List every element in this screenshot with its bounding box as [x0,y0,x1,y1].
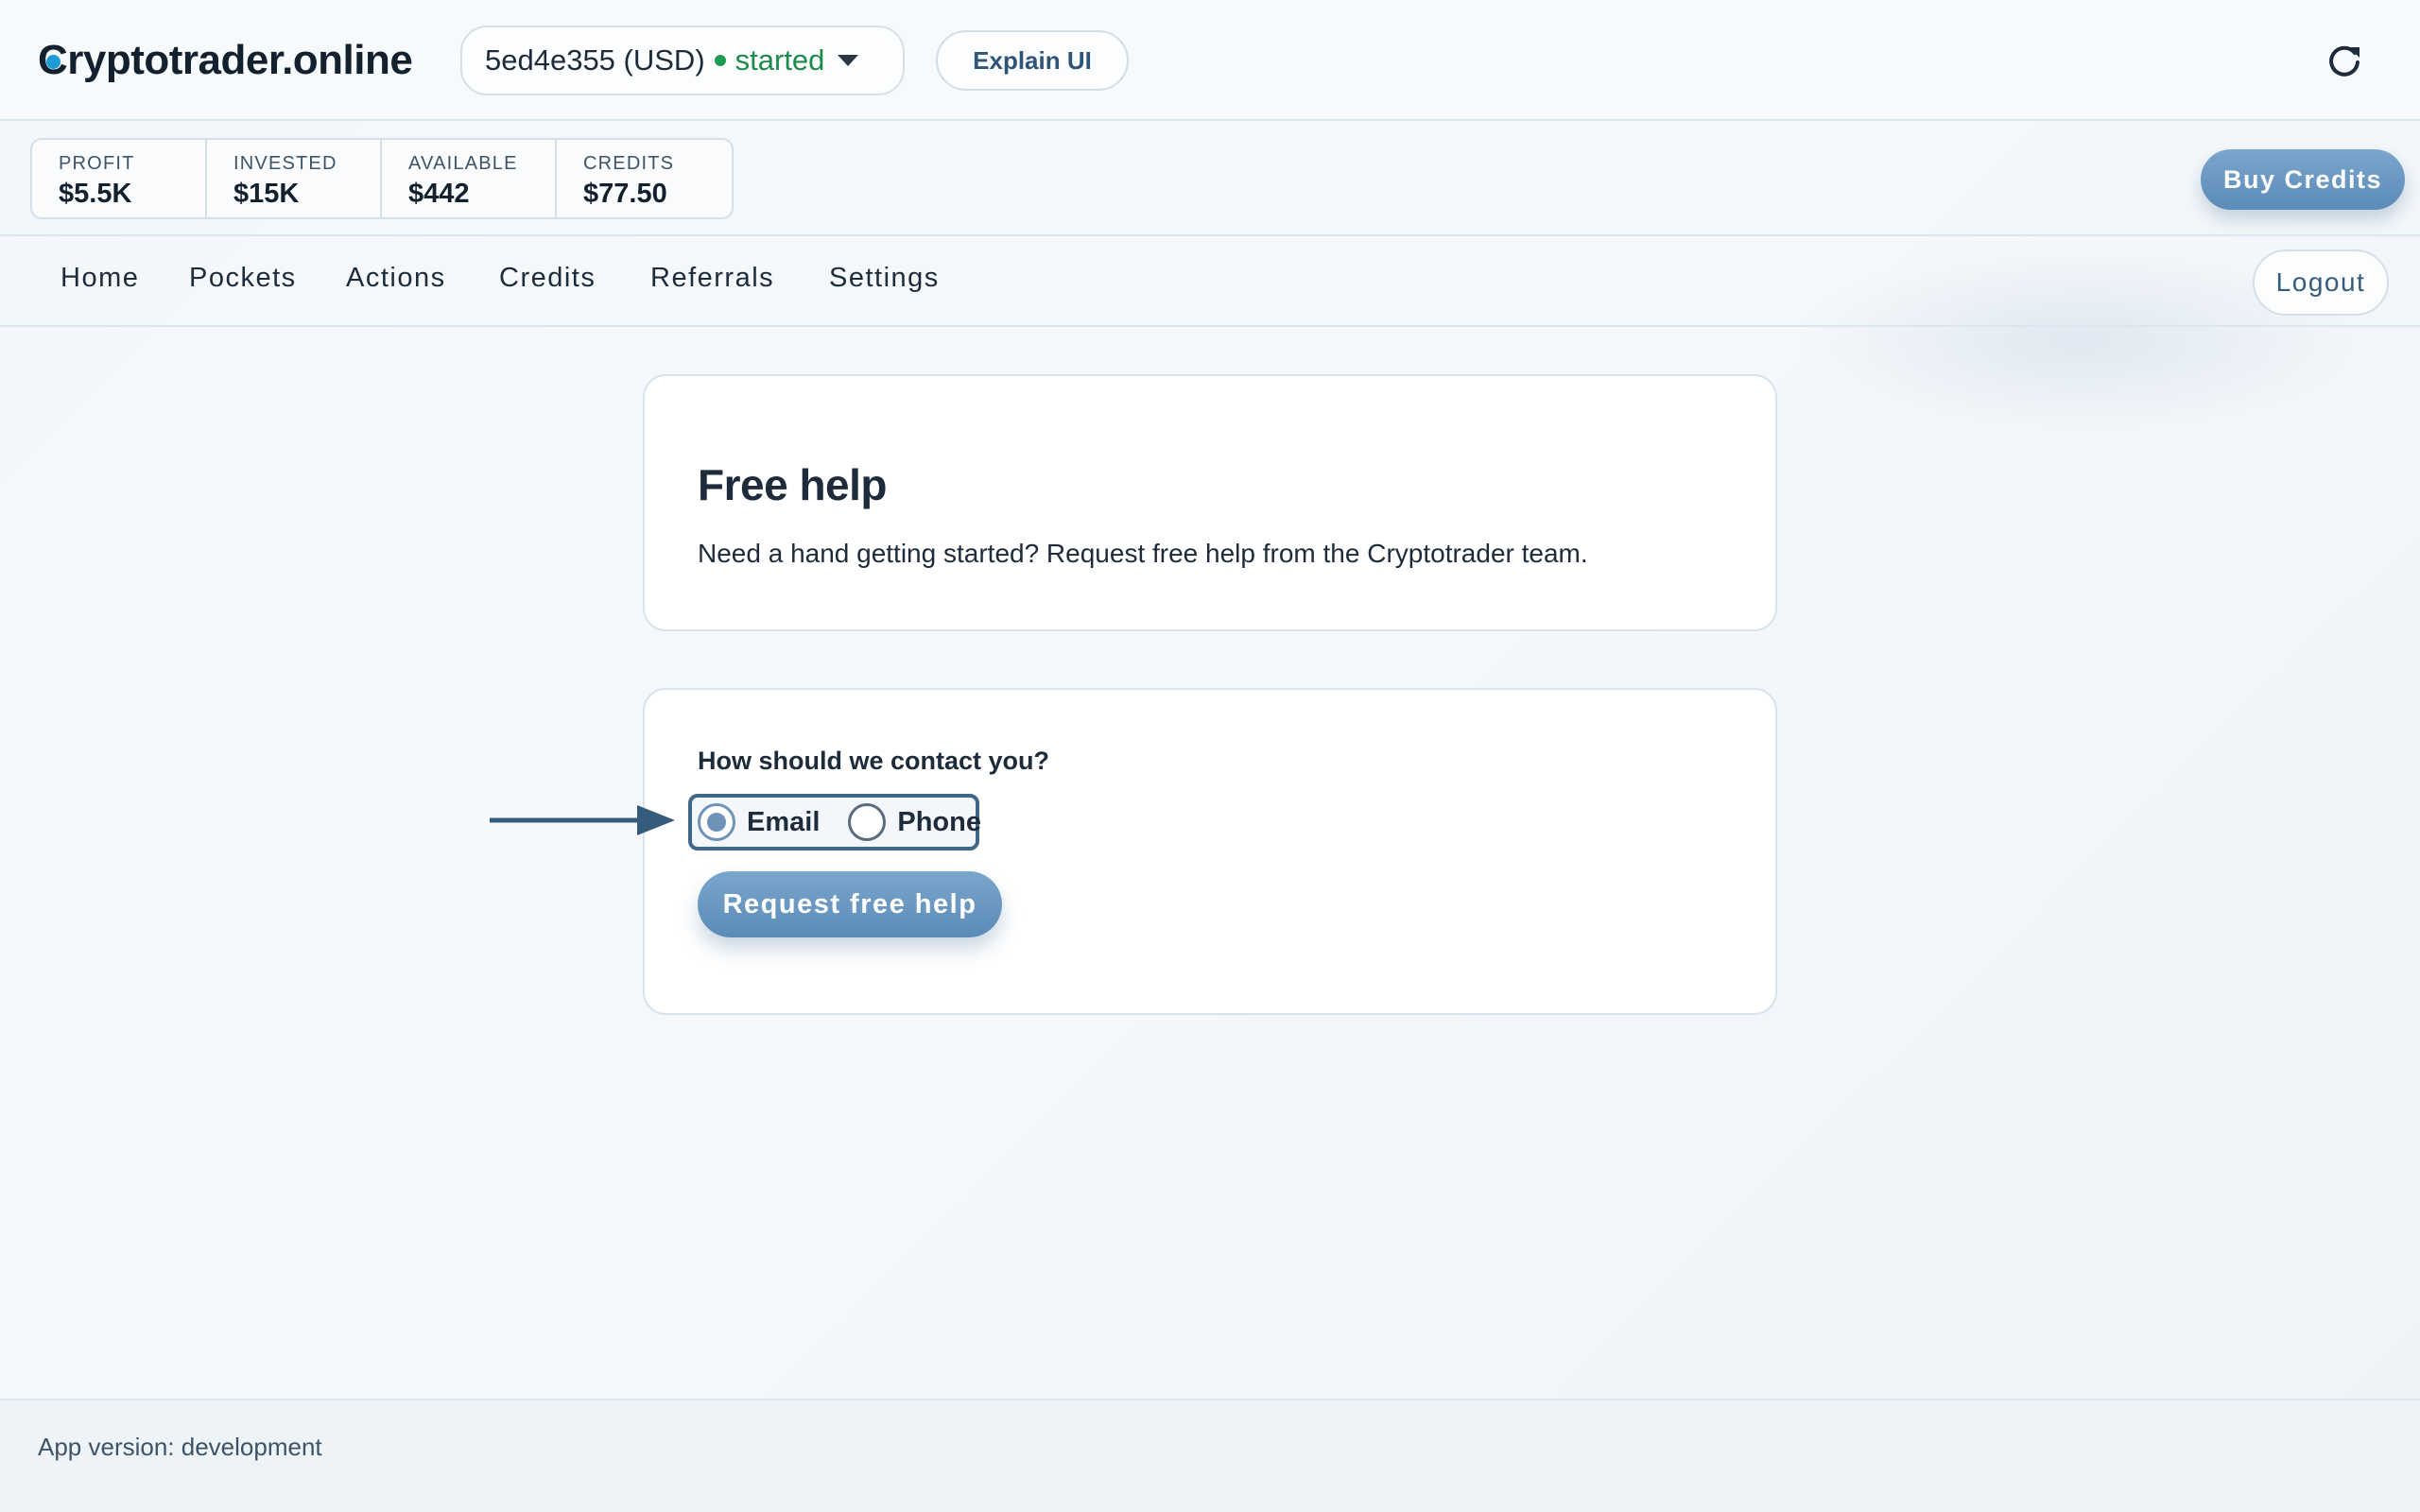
nav-actions[interactable]: Actions [346,263,446,301]
contact-method-radio-group: Email Phone [688,794,981,850]
app-version: App version: development [38,1433,322,1461]
stat-value: $77.50 [583,179,667,209]
chevron-down-icon [838,55,859,66]
stats-panel: PROFIT $5.5K INVESTED $15K AVAILABLE $44… [30,138,734,219]
stat-value: $5.5K [59,179,132,209]
help-description: Need a hand getting started? Request fre… [698,539,1588,568]
brand-logo-mark: C [38,37,68,84]
top-header: C ryptotrader.online 5ed4e355 (USD) star… [0,0,2420,121]
brand-name: ryptotrader.online [67,37,413,83]
stat-value: $442 [408,179,470,209]
nav-pockets[interactable]: Pockets [189,263,297,301]
contact-question: How should we contact you? [698,747,1050,775]
main-nav: Home Pockets Actions Credits Referrals S… [0,236,2420,327]
stat-label: AVAILABLE [408,153,518,174]
stat-value: $15K [233,179,300,209]
radio-option-email[interactable]: Email [698,798,820,847]
stat-credits: CREDITS $77.50 [557,140,732,217]
pocket-status-label: started [735,43,825,77]
radio-dot-icon [707,813,726,832]
contact-form-card: How should we contact you? Email Phone R… [643,688,1777,1015]
status-dot-icon [714,55,726,66]
refresh-icon[interactable] [2325,42,2363,79]
stat-available: AVAILABLE $442 [382,140,557,217]
radio-option-phone[interactable]: Phone [848,798,981,847]
radio-checked-icon[interactable] [698,803,735,841]
radio-label-email: Email [747,806,821,837]
stat-label: INVESTED [233,153,337,174]
page-title: Free help [698,460,888,509]
footer: App version: development [0,1399,2420,1512]
pocket-selector[interactable]: 5ed4e355 (USD) started [460,26,905,95]
radio-label-phone: Phone [897,806,981,837]
stat-label: CREDITS [583,153,675,174]
buy-credits-button[interactable]: Buy Credits [2201,149,2405,210]
radio-unchecked-icon[interactable] [848,803,887,841]
nav-settings[interactable]: Settings [829,263,940,301]
arrow-right-icon [490,805,675,835]
nav-home[interactable]: Home [60,263,139,301]
pocket-name: 5ed4e355 (USD) [485,43,705,77]
brand-dot-icon [46,55,60,69]
pocket-status: started [714,43,825,77]
brand-logo[interactable]: C ryptotrader.online [38,34,413,87]
stat-profit: PROFIT $5.5K [32,140,207,217]
explain-ui-button[interactable]: Explain UI [936,30,1129,91]
nav-referrals[interactable]: Referrals [650,263,774,301]
stat-invested: INVESTED $15K [207,140,382,217]
free-help-card: Free help Need a hand getting started? R… [643,374,1777,631]
stat-label: PROFIT [59,153,135,174]
nav-credits[interactable]: Credits [499,263,596,301]
logout-button[interactable]: Logout [2253,249,2389,316]
request-free-help-button[interactable]: Request free help [698,871,1002,937]
